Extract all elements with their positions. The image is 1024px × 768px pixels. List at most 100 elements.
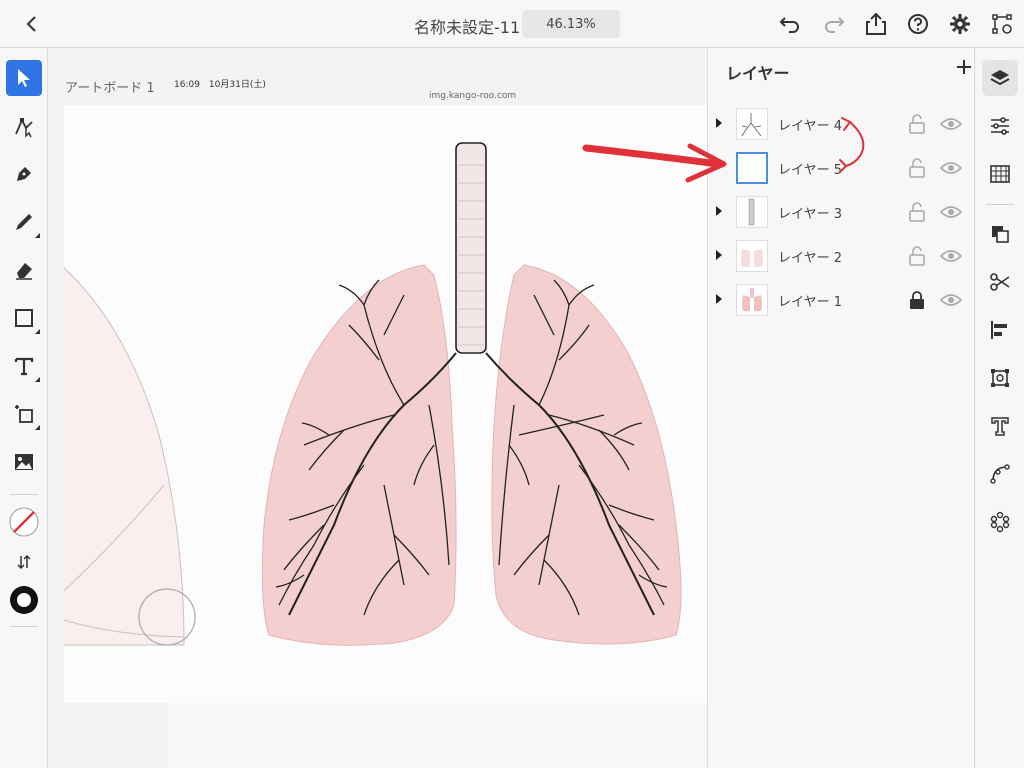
redo-icon — [825, 17, 845, 33]
tools-toolbar — [0, 48, 48, 768]
unlocked-icon — [909, 114, 925, 134]
lock-toggle[interactable] — [908, 290, 926, 310]
layer-name[interactable]: レイヤー 2 — [778, 247, 842, 266]
bar-divider — [986, 204, 1014, 205]
shape-builder-tool[interactable] — [6, 396, 42, 432]
stroke-ring-swatch-icon — [10, 586, 38, 614]
redo-button[interactable] — [822, 12, 846, 36]
submenu-indicator — [35, 233, 40, 238]
visibility-toggle[interactable] — [939, 114, 963, 134]
canvas-lower-area — [168, 703, 707, 768]
ruler-grid-icon — [990, 165, 1010, 183]
gear-icon — [950, 14, 970, 34]
visibility-toggle[interactable] — [939, 202, 963, 222]
rectangle-tool[interactable] — [6, 300, 42, 336]
align-button[interactable] — [982, 312, 1018, 348]
unlocked-icon — [909, 158, 925, 178]
path-cut-button[interactable] — [982, 264, 1018, 300]
eye-icon — [939, 250, 963, 262]
repeat-grid-button[interactable] — [982, 504, 1018, 540]
eraser-icon — [16, 263, 32, 280]
eraser-tool[interactable] — [6, 252, 42, 288]
swap-arrows-icon — [17, 554, 31, 570]
text-outline-icon — [991, 417, 1009, 436]
document-title[interactable]: 名称未設定-11 — [414, 14, 520, 38]
undo-icon — [779, 17, 799, 33]
help-button[interactable] — [906, 12, 930, 36]
transform-box-icon — [991, 369, 1009, 387]
layers-panel-button[interactable] — [982, 60, 1018, 96]
zoom-level[interactable]: 46.13% — [522, 10, 620, 38]
arrange-icon — [992, 226, 1009, 243]
visibility-toggle[interactable] — [939, 246, 963, 266]
unlock-toggle[interactable] — [908, 202, 926, 222]
settings-button[interactable] — [948, 12, 972, 36]
path-button[interactable] — [982, 456, 1018, 492]
submenu-indicator — [35, 377, 40, 382]
submenu-indicator — [35, 329, 40, 334]
layer-row[interactable]: レイヤー 1 — [708, 278, 974, 322]
eye-icon — [939, 206, 963, 218]
view-mode-button[interactable] — [990, 12, 1014, 36]
layer-thumbnail — [736, 240, 768, 272]
add-layer-button[interactable] — [952, 56, 976, 80]
annotation-arrows — [582, 117, 865, 183]
pencil-icon — [16, 214, 32, 230]
pencil-tool[interactable] — [6, 204, 42, 240]
submenu-indicator — [35, 425, 40, 430]
toolbar-divider — [10, 494, 38, 495]
layer-name[interactable]: レイヤー 1 — [778, 291, 842, 310]
back-button[interactable] — [18, 12, 46, 36]
unlocked-icon — [909, 246, 925, 266]
eye-icon — [939, 118, 963, 130]
transform-icon — [15, 405, 33, 423]
unlock-toggle[interactable] — [908, 114, 926, 134]
visibility-toggle[interactable] — [939, 290, 963, 310]
type-tool[interactable] — [6, 348, 42, 384]
share-icon — [866, 12, 886, 35]
grid-button[interactable] — [982, 156, 1018, 192]
properties-button[interactable] — [982, 108, 1018, 144]
text-icon — [14, 357, 34, 376]
artboard-label[interactable]: アートボード 1 — [65, 77, 155, 96]
selection-tool[interactable] — [6, 60, 42, 96]
eye-icon — [939, 162, 963, 174]
text-properties-button[interactable] — [982, 408, 1018, 444]
direct-select-icon — [15, 118, 33, 138]
unlock-toggle[interactable] — [908, 158, 926, 178]
image-icon — [15, 454, 33, 470]
layer-row[interactable]: レイヤー 2 — [708, 234, 974, 278]
unlock-toggle[interactable] — [908, 246, 926, 266]
rectangle-icon — [15, 309, 33, 327]
photo-status-time: 16:09 10月31日(土) — [174, 80, 266, 90]
undo-button[interactable] — [778, 12, 802, 36]
radial-repeat-icon — [990, 511, 1010, 533]
transform-button[interactable] — [982, 360, 1018, 396]
layers-panel: レイヤー レイヤー 4 レイヤー 5 レイヤー 3 レイヤー 2 レイヤー 1 — [582, 48, 976, 768]
layers-icon — [990, 70, 1010, 86]
arrange-button[interactable] — [982, 216, 1018, 252]
share-button[interactable] — [864, 12, 888, 36]
direct-selection-tool[interactable] — [6, 108, 42, 144]
arrow-cursor-icon — [18, 69, 30, 87]
scissors-icon — [990, 273, 1010, 291]
no-fill-swatch-icon — [9, 507, 39, 537]
place-image-tool[interactable] — [6, 444, 42, 480]
pen-tool[interactable] — [6, 156, 42, 192]
path-preview-icon — [992, 14, 1012, 34]
photo-url: img.kango-roo.com — [429, 91, 517, 101]
toolbar-divider — [10, 626, 38, 627]
swap-colors-button[interactable] — [6, 544, 42, 580]
stroke-swatch[interactable] — [6, 504, 42, 540]
visibility-toggle[interactable] — [939, 158, 963, 178]
expand-caret[interactable] — [716, 294, 722, 304]
fill-swatch[interactable] — [6, 582, 42, 618]
bezier-path-icon — [990, 464, 1010, 484]
expand-caret[interactable] — [716, 250, 722, 260]
eye-icon — [939, 294, 963, 306]
properties-bar — [976, 48, 1024, 768]
sliders-icon — [991, 117, 1009, 135]
chevron-left-icon — [26, 16, 36, 32]
locked-icon — [910, 291, 924, 309]
align-left-icon — [991, 321, 1007, 339]
